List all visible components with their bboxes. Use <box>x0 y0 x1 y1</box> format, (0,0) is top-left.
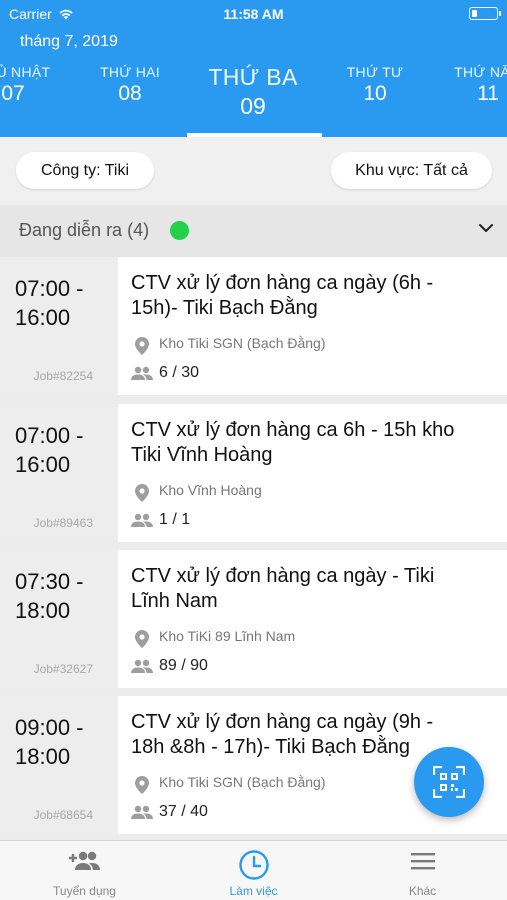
job-location: Kho Tiki SGN (Bạch Đằng) <box>159 335 326 351</box>
location-pin-icon <box>135 484 149 502</box>
day-name: THỨ TƯ <box>346 64 404 80</box>
job-card[interactable]: 07:00 - 16:00 Job#82254 CTV xử lý đơn hà… <box>0 257 507 395</box>
job-location: Kho Vĩnh Hoàng <box>159 482 262 498</box>
day-sunday[interactable]: CHỦ NHẬT 07 <box>0 64 63 106</box>
job-slot-count: 6 / 30 <box>159 364 200 381</box>
job-title: CTV xử lý đơn hàng ca 6h - 15h kho Tiki … <box>131 418 491 468</box>
day-name: THỨ BA <box>208 64 298 90</box>
job-title-line: 15h)- Tiki Bạch Đằng <box>131 297 318 319</box>
day-name: THỨ NĂM <box>454 64 507 80</box>
people-icon <box>131 366 153 380</box>
battery-fill <box>471 9 477 17</box>
location-pin-icon <box>135 337 149 355</box>
job-title-line: CTV xử lý đơn hàng ca ngày (9h - <box>131 711 434 733</box>
section-header[interactable]: Đang diễn ra (4) <box>0 205 507 257</box>
menu-icon <box>410 853 435 870</box>
day-wednesday[interactable]: THỨ TƯ 10 <box>325 64 425 106</box>
add-people-icon <box>68 851 100 870</box>
job-location: Kho TiKi 89 Lĩnh Nam <box>159 628 296 644</box>
day-monday[interactable]: THỨ HAI 08 <box>80 64 180 106</box>
job-title-line: Lĩnh Nam <box>131 590 218 612</box>
job-slot-count: 1 / 1 <box>159 511 191 528</box>
people-icon <box>131 805 153 819</box>
filter-bar: Công ty: Tiki Khu vực: Tất cả <box>0 137 507 205</box>
job-title: CTV xử lý đơn hàng ca ngày - Tiki Lĩnh N… <box>131 564 491 614</box>
location-pin-icon <box>135 776 149 794</box>
job-id: Job#89463 <box>33 516 93 530</box>
tab-recruitment[interactable]: Tuyển dụng <box>0 841 169 900</box>
day-number: 10 <box>363 82 387 105</box>
job-title: CTV xử lý đơn hàng ca ngày (6h - 15h)- T… <box>131 271 491 321</box>
job-title-line: CTV xử lý đơn hàng ca ngày (6h - <box>131 272 434 294</box>
tab-label: Làm việc <box>229 884 278 898</box>
day-number: 07 <box>1 82 25 105</box>
job-title-line: CTV xử lý đơn hàng ca ngày - Tiki <box>131 565 435 587</box>
month-label[interactable]: tháng 7, 2019 <box>20 33 118 51</box>
job-slot-count: 89 / 90 <box>159 657 208 674</box>
day-thursday[interactable]: THỨ NĂM 11 <box>438 64 507 106</box>
job-id: Job#68654 <box>33 808 93 822</box>
job-time: 07:00 - 16:00 <box>15 276 84 330</box>
job-time-panel: 07:30 - 18:00 Job#32627 <box>0 550 118 688</box>
tab-work[interactable]: Làm việc <box>169 841 338 900</box>
job-time: 07:00 - 16:00 <box>15 423 84 477</box>
tab-bar: Tuyển dụng Làm việc Khác <box>0 840 507 900</box>
day-number: 09 <box>240 93 266 119</box>
status-time: 11:58 AM <box>223 6 284 22</box>
job-time: 09:00 - 18:00 <box>15 715 84 769</box>
job-time-panel: 07:00 - 16:00 Job#82254 <box>0 257 118 395</box>
clock-icon <box>238 850 269 880</box>
status-dot <box>170 221 189 240</box>
location-pin-icon <box>135 630 149 648</box>
job-card[interactable]: 07:30 - 18:00 Job#32627 CTV xử lý đơn hà… <box>0 550 507 688</box>
status-bar: Carrier 11:58 AM <box>0 0 507 28</box>
qr-scan-button[interactable] <box>414 747 484 817</box>
job-title-line: CTV xử lý đơn hàng ca 6h - 15h kho <box>131 419 455 441</box>
job-title-line: Tiki Vĩnh Hoàng <box>131 444 273 466</box>
job-time: 07:30 - 18:00 <box>15 569 84 623</box>
job-time-panel: 09:00 - 18:00 Job#68654 <box>0 696 118 834</box>
job-time-panel: 07:00 - 16:00 Job#89463 <box>0 404 118 542</box>
tab-more[interactable]: Khác <box>338 841 507 900</box>
tab-label: Khác <box>408 884 437 898</box>
tab-label: Tuyển dụng <box>53 884 116 898</box>
people-icon <box>131 513 153 527</box>
company-filter-button[interactable]: Công ty: Tiki <box>16 152 154 189</box>
job-location: Kho Tiki SGN (Bạch Đằng) <box>159 774 326 790</box>
qr-scan-icon <box>433 766 465 798</box>
day-tuesday[interactable]: THỨ BA 09 <box>203 64 303 120</box>
header: Carrier 11:58 AM tháng 7, 2019 CHỦ NHẬT … <box>0 0 507 137</box>
day-number: 11 <box>477 82 499 105</box>
job-id: Job#82254 <box>33 369 93 383</box>
region-filter-button[interactable]: Khu vực: Tất cả <box>331 152 492 189</box>
job-card[interactable]: 07:00 - 16:00 Job#89463 CTV xử lý đơn hà… <box>0 404 507 542</box>
day-name: THỨ HAI <box>100 64 160 80</box>
job-slot-count: 37 / 40 <box>159 803 208 820</box>
people-icon <box>131 659 153 673</box>
day-number: 08 <box>118 82 142 105</box>
day-name: CHỦ NHẬT <box>0 64 51 80</box>
battery-icon <box>469 7 501 20</box>
job-id: Job#32627 <box>33 662 93 676</box>
chevron-down-icon[interactable] <box>478 222 494 234</box>
section-title: Đang diễn ra (4) <box>19 220 150 240</box>
